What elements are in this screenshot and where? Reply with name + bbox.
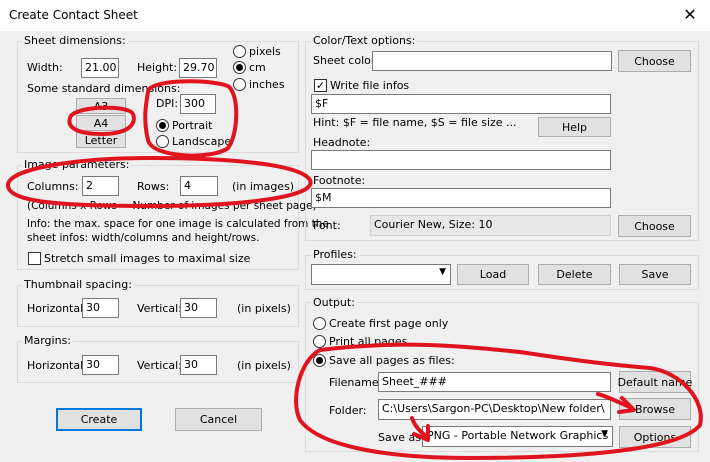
rows-input[interactable]: 4 — [180, 176, 218, 196]
folder-input[interactable]: C:\Users\Sargon-PC\Desktop\New folder\ — [378, 399, 611, 420]
default-name-button[interactable]: Default name — [618, 371, 692, 393]
margin-unit-label: (in pixels) — [237, 359, 291, 372]
browse-button[interactable]: Browse — [619, 398, 691, 420]
font-label: Font: — [313, 219, 341, 232]
height-input[interactable]: 29.70 — [179, 58, 217, 78]
thumbnail-spacing-label: Thumbnail spacing: — [22, 278, 134, 291]
landscape-label: Landscape — [172, 135, 232, 148]
margin-horizontal-label: Horizontal: — [27, 359, 87, 372]
height-label: Height: — [137, 61, 178, 74]
dpi-input[interactable]: 300 — [180, 94, 216, 114]
output-label: Output: — [311, 296, 357, 309]
info-text-line2: sheet infos: width/columns and height/ro… — [27, 232, 260, 244]
headnote-input[interactable] — [311, 150, 611, 170]
stretch-checkbox[interactable] — [28, 252, 41, 265]
letter-button[interactable]: Letter — [76, 132, 126, 148]
font-choose-button[interactable]: Choose — [618, 215, 691, 237]
headnote-label: Headnote: — [313, 136, 371, 149]
window-title: Create Contact Sheet — [9, 8, 138, 22]
output-print-all-label: Print all pages — [329, 335, 408, 348]
thumb-vertical-input[interactable]: 30 — [180, 298, 217, 318]
unit-pixels-radio[interactable] — [233, 45, 246, 58]
filename-input[interactable]: Sheet_### — [378, 372, 611, 392]
columns-label: Columns: — [27, 180, 79, 193]
font-value: Courier New, Size: 10 — [370, 215, 611, 236]
unit-inches-label: inches — [249, 78, 285, 91]
profile-delete-button[interactable]: Delete — [538, 264, 611, 285]
info-text-line1: Info: the max. space for one image is ca… — [27, 218, 329, 230]
profile-load-button[interactable]: Load — [457, 264, 529, 285]
help-button[interactable]: Help — [538, 117, 611, 137]
close-icon[interactable]: ✕ — [677, 3, 703, 27]
margin-vertical-label: Vertical: — [137, 359, 182, 372]
sheet-color-input[interactable] — [372, 51, 612, 71]
unit-cm-label: cm — [249, 61, 266, 74]
write-file-infos-label: Write file infos — [330, 79, 410, 92]
profiles-label: Profiles: — [311, 248, 359, 261]
dpi-label: DPI: — [156, 97, 179, 110]
thumb-horizontal-label: Horizontal: — [27, 302, 87, 315]
output-first-page-label: Create first page only — [329, 317, 449, 330]
save-as-select-value: PNG - Portable Network Graphics — [427, 429, 609, 442]
sheet-color-label: Sheet color: — [313, 54, 379, 67]
footnote-label: Footnote: — [313, 174, 366, 187]
create-button[interactable]: Create — [56, 408, 142, 431]
sheet-dimensions-label: Sheet dimensions: — [22, 34, 128, 47]
unit-pixels-label: pixels — [249, 45, 281, 58]
width-input[interactable]: 21.00 — [81, 58, 119, 78]
thumb-vertical-label: Vertical: — [137, 302, 182, 315]
save-as-options-button[interactable]: Options — [619, 426, 691, 448]
footnote-input[interactable]: $M — [311, 188, 611, 208]
save-as-select[interactable]: PNG - Portable Network Graphics ▼ — [422, 426, 613, 447]
landscape-radio[interactable] — [156, 135, 169, 148]
margins-label: Margins: — [22, 334, 74, 347]
image-parameters-label: Image parameters: — [22, 158, 132, 171]
portrait-label: Portrait — [172, 119, 213, 132]
thumb-unit-label: (in pixels) — [237, 302, 291, 315]
rows-unit-label: (in images) — [232, 180, 295, 193]
width-label: Width: — [27, 61, 63, 74]
margin-vertical-input[interactable]: 30 — [180, 355, 217, 375]
a4-button[interactable]: A4 — [76, 115, 126, 131]
portrait-radio[interactable] — [156, 119, 169, 132]
profiles-select[interactable]: ▼ — [311, 264, 451, 285]
a3-button[interactable]: A3 — [76, 98, 126, 114]
output-print-all-radio[interactable] — [313, 335, 326, 348]
images-per-page-note: (Columns x Rows = Number of images per s… — [27, 200, 317, 212]
profile-save-button[interactable]: Save — [619, 264, 691, 285]
columns-input[interactable]: 2 — [82, 176, 119, 196]
rows-label: Rows: — [137, 180, 170, 193]
output-save-files-radio[interactable] — [313, 354, 326, 367]
chevron-down-icon: ▼ — [601, 429, 608, 439]
thumb-horizontal-input[interactable]: 30 — [82, 298, 119, 318]
folder-label: Folder: — [329, 404, 367, 417]
stretch-label: Stretch small images to maximal size — [44, 252, 251, 265]
unit-cm-radio[interactable] — [233, 61, 246, 74]
sheet-color-choose-button[interactable]: Choose — [618, 50, 691, 72]
output-first-page-radio[interactable] — [313, 317, 326, 330]
write-file-infos-checkbox[interactable]: ✓ — [314, 79, 327, 92]
save-as-label: Save as: — [378, 431, 425, 444]
file-info-input[interactable]: $F — [311, 94, 611, 114]
color-text-label: Color/Text options: — [311, 34, 418, 47]
filename-label: Filename: — [329, 376, 383, 389]
output-save-files-label: Save all pages as files: — [329, 354, 455, 367]
chevron-down-icon: ▼ — [439, 267, 446, 277]
cancel-button[interactable]: Cancel — [175, 408, 262, 431]
hint-text: Hint: $F = file name, $S = file size ... — [313, 116, 517, 129]
unit-inches-radio[interactable] — [233, 78, 246, 91]
standard-dimensions-label: Some standard dimensions: — [27, 82, 181, 95]
margin-horizontal-input[interactable]: 30 — [82, 355, 119, 375]
